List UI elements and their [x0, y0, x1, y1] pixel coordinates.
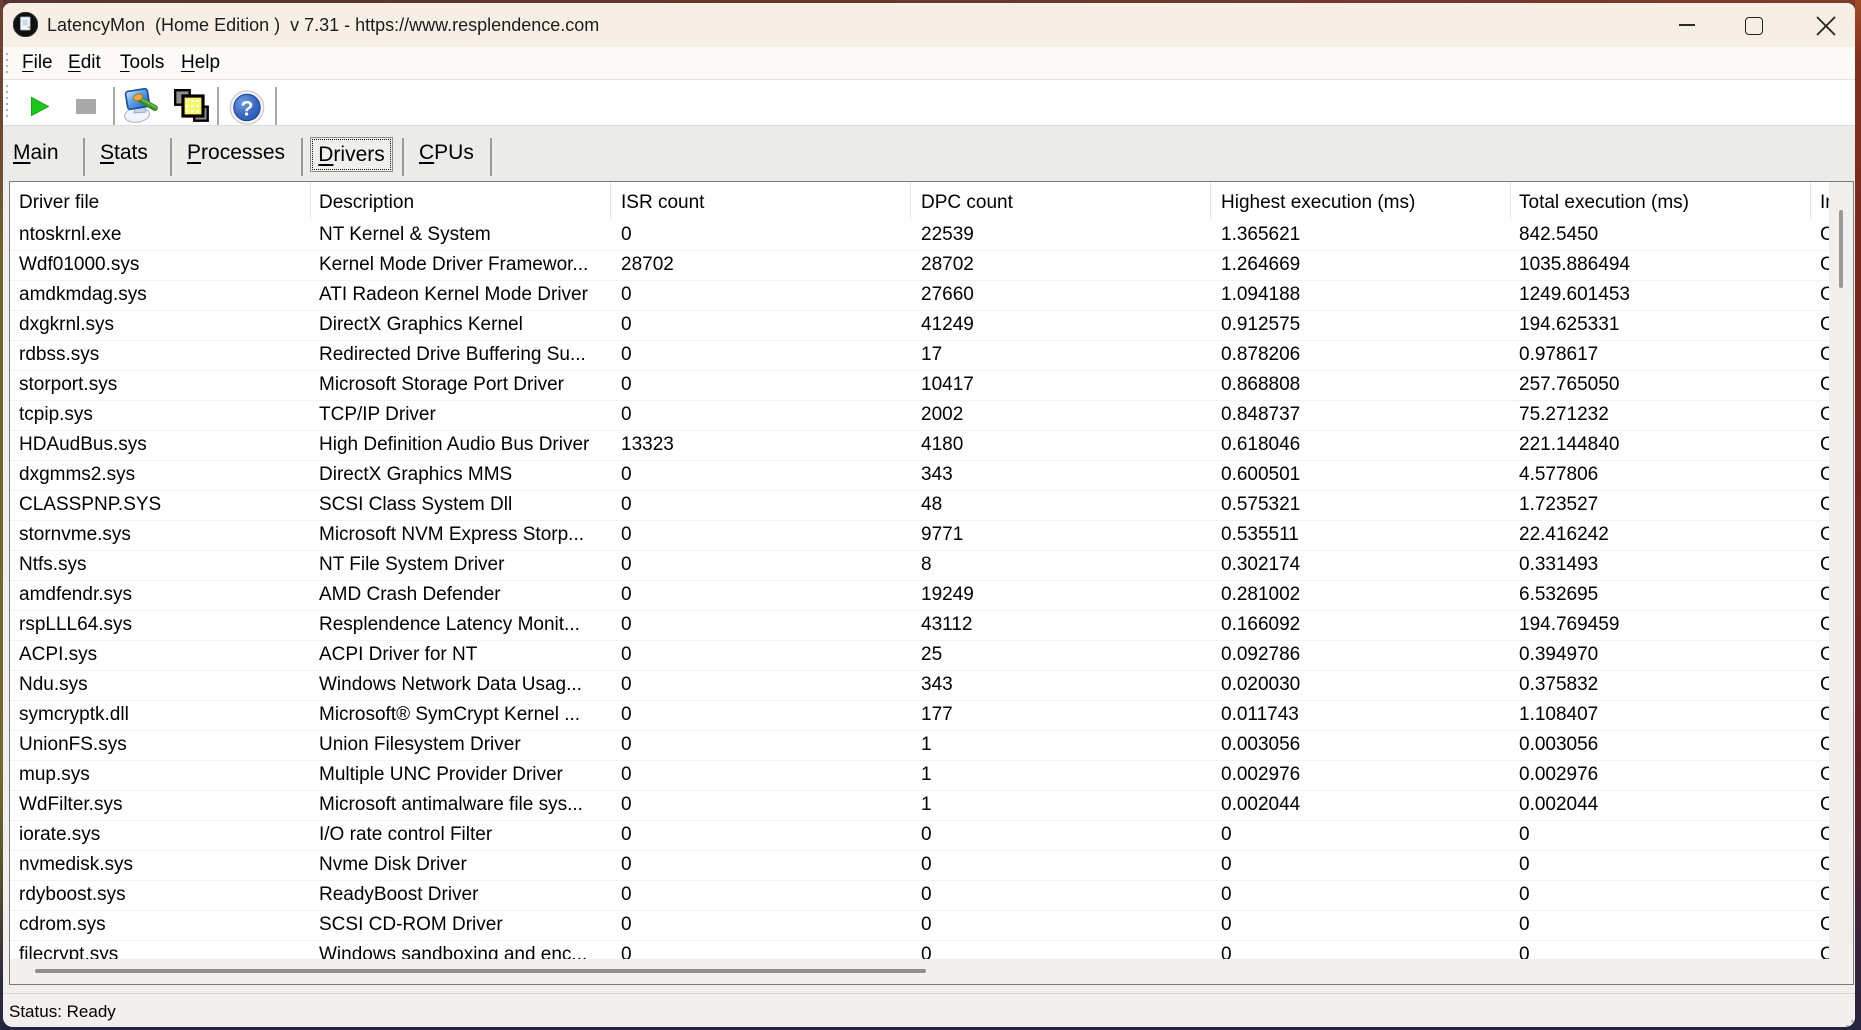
svg-text:?: ? — [240, 96, 253, 120]
